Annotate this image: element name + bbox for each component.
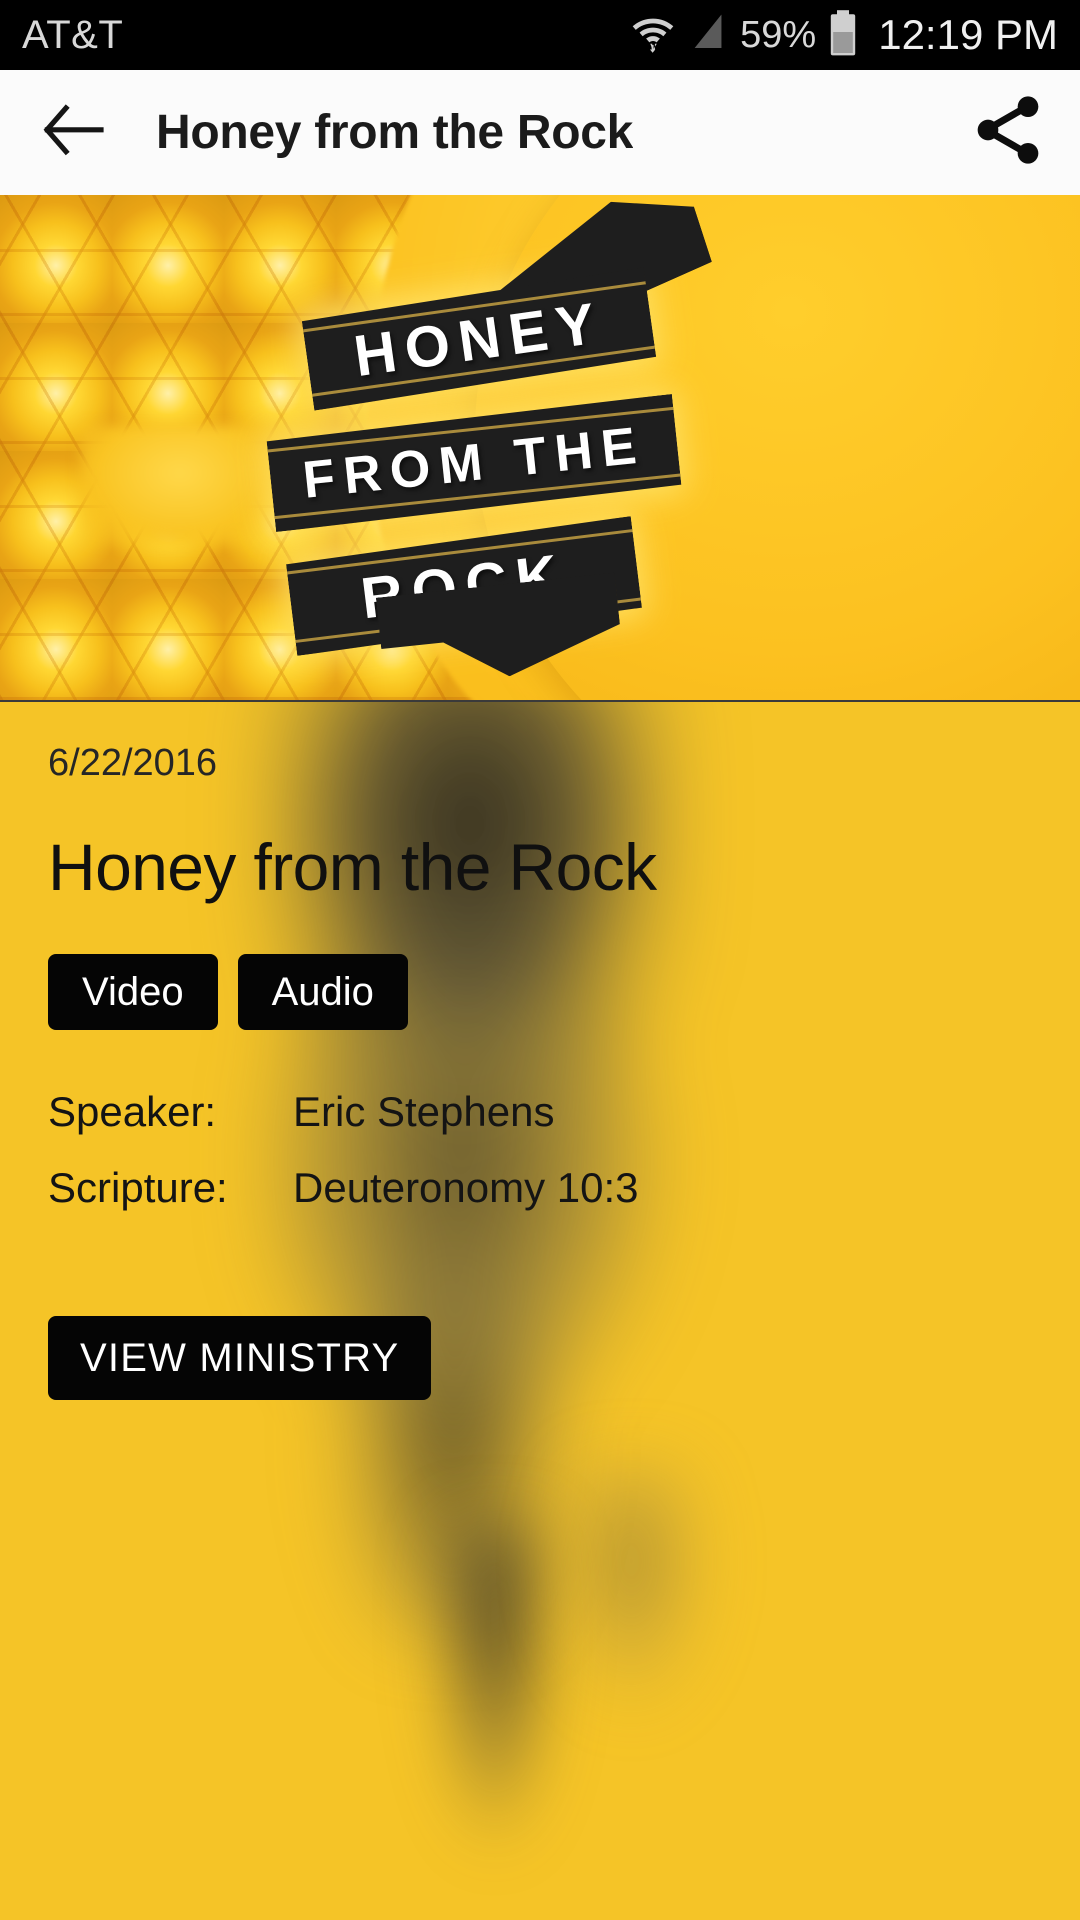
wifi-icon (630, 10, 676, 61)
battery-icon (828, 9, 858, 62)
media-buttons-group: Video Audio (48, 954, 1032, 1031)
blurred-background-photo-tail-2 (545, 1462, 725, 1792)
sermon-metadata: Speaker: Eric Stephens Scripture: Deuter… (48, 1088, 1032, 1212)
back-arrow-icon (41, 104, 107, 161)
phone-screen: AT&T 59% 12:19 PM Honey from the Rock HO… (0, 0, 1080, 1920)
speaker-value: Eric Stephens (293, 1088, 555, 1136)
page-title: Honey from the Rock (156, 106, 634, 159)
speaker-label: Speaker: (48, 1088, 217, 1136)
series-banner-image[interactable]: HONEY FROM THE ROCK (0, 195, 1080, 702)
sermon-date: 6/22/2016 (48, 742, 218, 784)
sermon-title: Honey from the Rock (48, 830, 657, 904)
back-button[interactable] (36, 95, 112, 171)
metadata-row-scripture: Scripture: Deuteronomy 10:3 (48, 1164, 1032, 1212)
audio-button[interactable]: Audio (237, 954, 408, 1031)
status-icons-group: 59% 12:19 PM (630, 9, 1058, 62)
battery-percent-label: 59% (740, 13, 817, 56)
video-button[interactable]: Video (48, 954, 218, 1031)
series-logo: HONEY FROM THE ROCK (259, 233, 820, 663)
metadata-row-speaker: Speaker: Eric Stephens (48, 1088, 1032, 1136)
cellular-signal-icon (688, 11, 728, 60)
view-ministry-button[interactable]: VIEW MINISTRY (48, 1316, 432, 1401)
status-bar: AT&T 59% 12:19 PM (0, 0, 1080, 70)
scripture-value: Deuteronomy 10:3 (293, 1164, 639, 1212)
honey-drip (80, 425, 280, 545)
app-bar: Honey from the Rock (0, 70, 1080, 195)
share-icon (968, 90, 1048, 175)
carrier-label: AT&T (22, 12, 124, 57)
sermon-detail-panel: 6/22/2016 Honey from the Rock Video Audi… (0, 702, 1080, 1920)
share-button[interactable] (966, 91, 1050, 175)
scripture-label: Scripture: (48, 1164, 228, 1212)
blurred-background-photo-tail (420, 1522, 570, 1920)
clock-label: 12:19 PM (878, 11, 1058, 58)
